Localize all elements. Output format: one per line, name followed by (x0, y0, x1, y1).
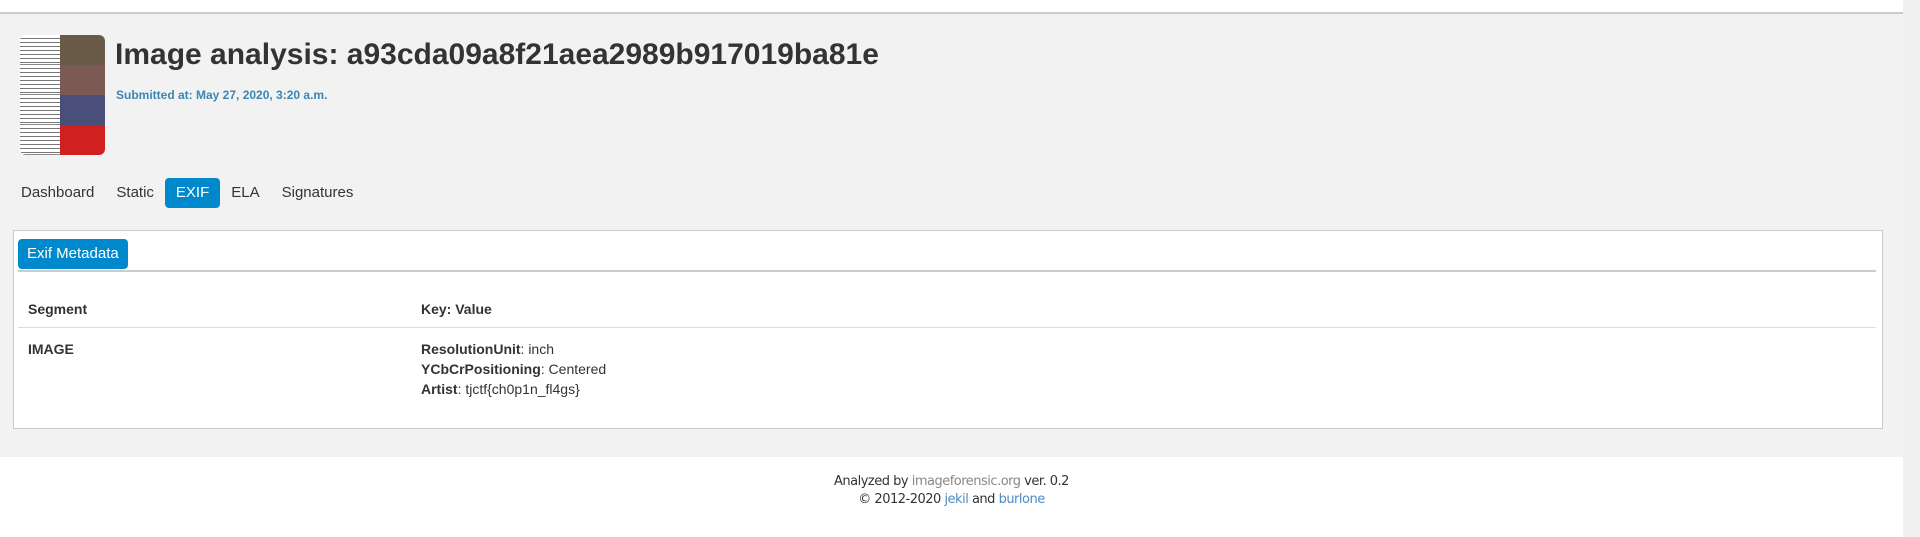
author-link-burlone[interactable]: burlone (999, 492, 1046, 507)
footer-text: and (971, 492, 995, 507)
tab-exif[interactable]: EXIF (164, 178, 221, 208)
submitted-at: Submitted at: May 27, 2020, 3:20 a.m. (116, 88, 328, 102)
tab-bar: Dashboard Static EXIF ELA Signatures (21, 178, 364, 208)
site-link[interactable]: imageforensic.org (912, 474, 1021, 489)
key-value-cell: ResolutionUnit: inch YCbCrPositioning: C… (421, 339, 606, 399)
exif-panel: Exif Metadata Segment Key: Value IMAGE R… (13, 230, 1883, 429)
segment-cell: IMAGE (28, 341, 74, 357)
tab-signatures[interactable]: Signatures (271, 178, 365, 208)
copyright-text: © 2012-2020 (858, 492, 941, 507)
tab-ela[interactable]: ELA (220, 178, 270, 208)
footer-text: Analyzed by (834, 474, 909, 489)
exif-key: ResolutionUnit (421, 341, 521, 357)
exif-metadata-tab[interactable]: Exif Metadata (18, 239, 128, 269)
exif-entry: ResolutionUnit: inch (421, 339, 606, 359)
footer: Analyzed by imageforensic.org ver. 0.2 ©… (0, 457, 1903, 537)
exif-value: : tjctf{ch0p1n_fl4gs} (457, 381, 580, 397)
exif-value: : inch (520, 341, 555, 357)
exif-entry: Artist: tjctf{ch0p1n_fl4gs} (421, 379, 606, 399)
column-header-key-value: Key: Value (421, 301, 492, 317)
tab-dashboard[interactable]: Dashboard (10, 178, 105, 208)
page-title: Image analysis: a93cda09a8f21aea2989b917… (115, 38, 879, 71)
top-bar (0, 0, 1903, 14)
divider (18, 270, 1876, 272)
tab-static[interactable]: Static (105, 178, 165, 208)
version-text: ver. 0.2 (1024, 474, 1069, 489)
exif-entry: YCbCrPositioning: Centered (421, 359, 606, 379)
author-link-jekil[interactable]: jekil (944, 492, 968, 507)
scrollbar[interactable] (1903, 0, 1920, 537)
column-header-segment: Segment (28, 301, 88, 317)
divider (18, 327, 1876, 328)
exif-key: Artist (421, 381, 458, 397)
exif-key: YCbCrPositioning (421, 361, 541, 377)
exif-value: : Centered (540, 361, 607, 377)
image-thumbnail (20, 35, 105, 155)
